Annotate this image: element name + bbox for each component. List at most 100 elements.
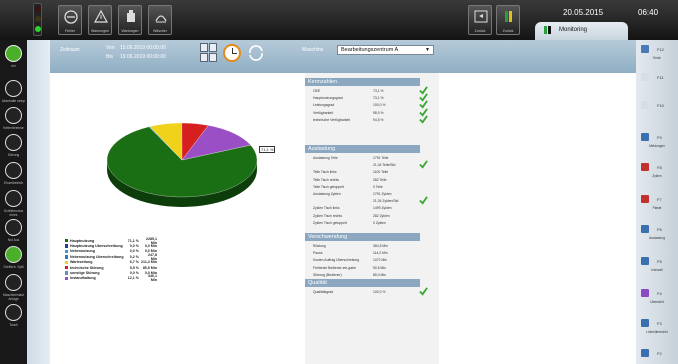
legend-name: Hauptnutzung Überschreibung [70,244,123,249]
legend-swatch [65,265,68,270]
usage-icon [641,225,649,233]
right-nav-f11[interactable]: F11 [638,70,676,96]
step-icon[interactable] [5,190,22,207]
verschwendung-row: Pause 114,0 Min [313,251,418,256]
right-nav-label: Meldungen [649,144,665,148]
auslastung-row: Auslastung Zyklen 1791 Zyklen [313,192,418,197]
metric-key: Verfügbarkeit [313,110,333,115]
toolbar-right-button-0[interactable]: Zurück [468,5,492,35]
legend-name: Wartezeitung [70,260,93,265]
metric-value: 100,0 % [373,290,386,294]
toolbar-button-2[interactable]: Wartungen [118,5,142,35]
chart-legend: Hauptnutzung 71,1 % 2285,1 Min Hauptnutzung… [65,237,157,283]
power-on-icon[interactable] [5,45,22,62]
fkey-label: F4 [657,291,662,296]
person-icon[interactable] [5,80,22,97]
legend-percent: 0,0 % [129,249,139,254]
toolbar-button-1[interactable]: Warnungen [88,5,112,35]
verschwendung-row: Fehlende Bediener-ein-gabe 90,5 Min [313,266,418,271]
fkey-label: F8 [657,165,662,170]
toolbar-button-label: Wäscher [153,29,167,33]
auslastung-row: Teile Tisch rechts 282 Teile [313,178,418,183]
toolbar-button-0[interactable]: Fehler [58,5,82,35]
left-nav-label: Einzelbetrieb [3,181,24,185]
metric-value: 0 Zyklen [373,220,386,225]
right-nav-f9[interactable]: F9 Meldungen [638,130,676,156]
messages-icon [641,133,649,141]
auslastung-row: Zyklen Tisch links 1499 Zyklen [313,206,418,211]
right-nav-f3[interactable]: F3 Linienübersicht [638,316,676,342]
legend-percent: 0,0 % [129,244,139,249]
right-nav: F12 Ende F11 F10 F9 Meldungen F8 Zyklen F7 Plaste… [636,40,678,364]
check-icon [419,115,428,124]
toolbar-button-label: Fehler [65,29,75,33]
legend-swatch [65,244,68,248]
check-icon [419,287,428,296]
von-value[interactable]: 15.06.2019 00:00:00 [120,45,166,51]
fkey-label: F7 [657,197,662,202]
legend-minutes: 0,0 Min [144,244,157,249]
machine-select[interactable]: Bearbeitungszentrum A ▼ [337,45,434,55]
bis-value[interactable]: 19.06.2019 00:00:00 [120,54,166,60]
metric-key: Auslastung Zyklen [313,192,341,196]
right-nav-f5[interactable]: F5 Intervall [638,254,676,280]
brake-icon[interactable] [5,107,22,124]
metric-key: Kosten Auftrag Überschreitung [313,258,360,263]
metric-key: Pause [313,251,323,256]
legend-swatch [65,260,68,264]
toolbar-right-button-1[interactable]: Zurück [496,5,520,35]
right-nav-f7[interactable]: F7 Plaste [638,192,676,218]
chevron-down-icon: ▼ [425,47,430,53]
refresh-icon[interactable] [246,43,266,63]
right-nav-f12[interactable]: F12 Ende [638,42,676,68]
warning-icon [93,9,109,23]
right-nav-f6[interactable]: F6 Auslastung [638,222,676,248]
qualitaet-header: Qualität [305,279,420,287]
kennzahlen-row: Verfügbarkeit 98,0 % [313,111,418,116]
interval-icon [641,257,649,265]
traffic-light-icon [33,3,42,36]
fault-icon[interactable] [5,134,22,151]
auslastung-row: 21,04 Zyklen/Std [313,199,418,204]
fkey-label: F3 [657,321,662,326]
metric-key: Zyklen Tisch getoppelt [313,220,347,225]
verschwendung-header: Verschwendung [305,233,420,241]
machine-icon[interactable] [5,274,22,291]
washer-icon [155,15,167,23]
legend-name: Hauptnutzung [70,238,95,243]
gripper-icon[interactable] [5,246,22,263]
metric-key: Rüstung [313,244,326,248]
check-icon [419,196,428,205]
emergency-icon[interactable] [5,219,22,236]
metric-key: Teile Tisch rechts [313,177,340,182]
left-nav-label: Touch [9,323,18,327]
kennzahlen-row: Leistungsgrad 100,0 % [313,103,418,108]
legend-minutes: 346,1 Min [148,274,157,283]
touch-icon[interactable] [5,304,22,321]
right-nav-label: Plaste [652,206,662,210]
blank-icon [641,73,649,81]
zeitraum-label: Zeitraum [60,47,80,53]
left-nav-label: Störung [7,153,20,157]
tab-monitoring[interactable]: Monitoring [535,22,628,40]
legend-percent: 71,1 % [127,238,139,243]
right-nav-label: Intervall [651,268,663,272]
right-nav-f8[interactable]: F8 Zyklen [638,160,676,186]
fkey-label: F12 [657,47,664,52]
clock-icon[interactable] [223,44,241,62]
legend-name: technische Störung [70,265,104,270]
legend-swatch [65,238,68,243]
arrow-icon[interactable] [5,162,22,179]
side-panel [27,40,50,364]
right-nav-f4[interactable]: F4 Übersicht [638,286,676,312]
right-nav-f10[interactable]: F10 [638,98,676,124]
auslastung-row: Auslastung Teile 1791 Teile [313,156,418,161]
metric-key: Teile Tisch getoppelt [313,184,344,189]
legend-swatch [65,276,68,281]
date-stepper[interactable] [200,43,218,63]
metric-value: 1791 Teile [373,156,389,160]
toolbar-button-3[interactable]: Wäscher [148,5,172,35]
metric-key: Auslastung Teile [313,156,338,160]
date-display: 20.05.2015 [563,8,604,17]
right-nav-f2[interactable]: F2 [638,346,676,364]
